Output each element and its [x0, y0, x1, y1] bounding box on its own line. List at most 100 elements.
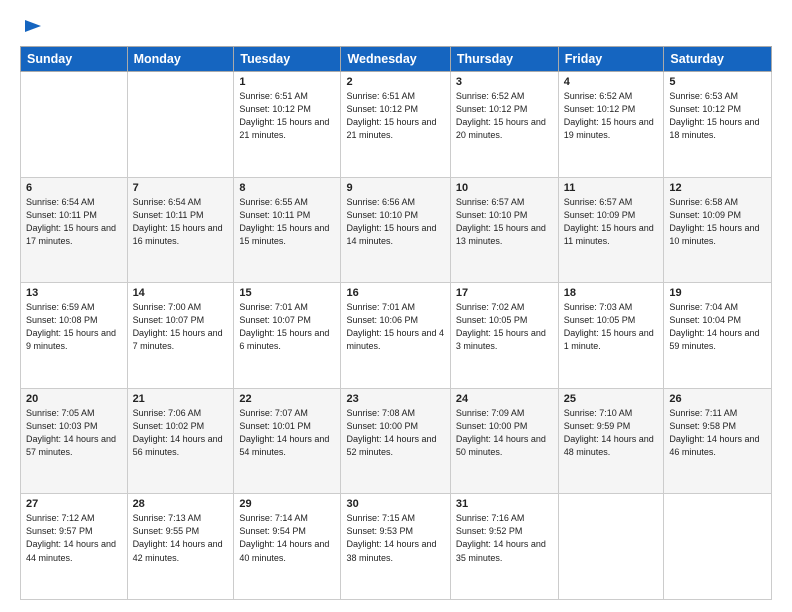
day-cell: 2 Sunrise: 6:51 AMSunset: 10:12 PMDayligh… [341, 72, 450, 178]
day-info: Sunrise: 6:51 AMSunset: 10:12 PMDaylight… [346, 90, 444, 142]
day-info: Sunrise: 6:57 AMSunset: 10:09 PMDaylight… [564, 196, 659, 248]
day-cell: 1 Sunrise: 6:51 AMSunset: 10:12 PMDayligh… [234, 72, 341, 178]
day-number: 8 [239, 182, 335, 194]
day-info: Sunrise: 7:11 AMSunset: 9:58 PMDaylight:… [669, 407, 766, 459]
day-number: 10 [456, 182, 553, 194]
weekday-header-sunday: Sunday [21, 47, 128, 72]
day-cell: 21Sunrise: 7:06 AMSunset: 10:02 PMDaylig… [127, 388, 234, 494]
day-info: Sunrise: 6:51 AMSunset: 10:12 PMDaylight… [239, 90, 335, 142]
week-row-3: 13 Sunrise: 6:59 AMSunset: 10:08 PMDaylig… [21, 283, 772, 389]
day-number: 22 [239, 393, 335, 405]
day-info: Sunrise: 6:52 AMSunset: 10:12 PMDaylight… [564, 90, 659, 142]
day-info: Sunrise: 7:04 AMSunset: 10:04 PMDaylight… [669, 301, 766, 353]
day-info: Sunrise: 6:59 AMSunset: 10:08 PMDaylight… [26, 301, 122, 353]
day-cell [127, 72, 234, 178]
day-cell: 22 Sunrise: 7:07 AMSunset: 10:01 PMDaylig… [234, 388, 341, 494]
day-cell: 8 Sunrise: 6:55 AMSunset: 10:11 PMDayligh… [234, 177, 341, 283]
day-number: 2 [346, 76, 444, 88]
day-number: 9 [346, 182, 444, 194]
week-row-2: 6 Sunrise: 6:54 AMSunset: 10:11 PMDayligh… [21, 177, 772, 283]
day-info: Sunrise: 7:15 AMSunset: 9:53 PMDaylight:… [346, 512, 444, 564]
day-info: Sunrise: 7:14 AMSunset: 9:54 PMDaylight:… [239, 512, 335, 564]
day-number: 29 [239, 498, 335, 510]
day-cell: 20 Sunrise: 7:05 AMSunset: 10:03 PMDaylig… [21, 388, 128, 494]
day-cell: 31Sunrise: 7:16 AMSunset: 9:52 PMDayligh… [450, 494, 558, 600]
weekday-header-tuesday: Tuesday [234, 47, 341, 72]
day-number: 20 [26, 393, 122, 405]
weekday-header-row: SundayMondayTuesdayWednesdayThursdayFrid… [21, 47, 772, 72]
day-number: 3 [456, 76, 553, 88]
day-number: 1 [239, 76, 335, 88]
day-cell: 24 Sunrise: 7:09 AMSunset: 10:00 PMDaylig… [450, 388, 558, 494]
day-info: Sunrise: 6:54 AMSunset: 10:11 PMDaylight… [133, 196, 229, 248]
day-info: Sunrise: 6:57 AMSunset: 10:10 PMDaylight… [456, 196, 553, 248]
day-number: 15 [239, 287, 335, 299]
day-info: Sunrise: 7:13 AMSunset: 9:55 PMDaylight:… [133, 512, 229, 564]
logo [20, 18, 43, 36]
day-cell: 28 Sunrise: 7:13 AMSunset: 9:55 PMDayligh… [127, 494, 234, 600]
day-number: 13 [26, 287, 122, 299]
day-number: 4 [564, 76, 659, 88]
day-info: Sunrise: 6:52 AMSunset: 10:12 PMDaylight… [456, 90, 553, 142]
day-cell: 23Sunrise: 7:08 AMSunset: 10:00 PMDaylig… [341, 388, 450, 494]
day-cell: 17 Sunrise: 7:02 AMSunset: 10:05 PMDaylig… [450, 283, 558, 389]
day-number: 16 [346, 287, 444, 299]
day-number: 5 [669, 76, 766, 88]
day-info: Sunrise: 7:05 AMSunset: 10:03 PMDaylight… [26, 407, 122, 459]
day-info: Sunrise: 6:53 AMSunset: 10:12 PMDaylight… [669, 90, 766, 142]
day-number: 26 [669, 393, 766, 405]
day-number: 17 [456, 287, 553, 299]
day-cell: 30 Sunrise: 7:15 AMSunset: 9:53 PMDayligh… [341, 494, 450, 600]
day-number: 12 [669, 182, 766, 194]
day-info: Sunrise: 7:00 AMSunset: 10:07 PMDaylight… [133, 301, 229, 353]
day-cell: 3 Sunrise: 6:52 AMSunset: 10:12 PMDayligh… [450, 72, 558, 178]
weekday-header-friday: Friday [558, 47, 664, 72]
day-number: 11 [564, 182, 659, 194]
day-info: Sunrise: 6:56 AMSunset: 10:10 PMDaylight… [346, 196, 444, 248]
day-info: Sunrise: 7:09 AMSunset: 10:00 PMDaylight… [456, 407, 553, 459]
day-info: Sunrise: 7:16 AMSunset: 9:52 PMDaylight:… [456, 512, 553, 564]
day-cell: 13 Sunrise: 6:59 AMSunset: 10:08 PMDaylig… [21, 283, 128, 389]
day-number: 28 [133, 498, 229, 510]
day-number: 27 [26, 498, 122, 510]
day-info: Sunrise: 7:01 AMSunset: 10:07 PMDaylight… [239, 301, 335, 353]
day-cell [558, 494, 664, 600]
weekday-header-wednesday: Wednesday [341, 47, 450, 72]
day-cell: 4 Sunrise: 6:52 AMSunset: 10:12 PMDayligh… [558, 72, 664, 178]
day-number: 14 [133, 287, 229, 299]
day-info: Sunrise: 7:02 AMSunset: 10:05 PMDaylight… [456, 301, 553, 353]
weekday-header-thursday: Thursday [450, 47, 558, 72]
calendar-table: SundayMondayTuesdayWednesdayThursdayFrid… [20, 46, 772, 600]
day-info: Sunrise: 7:01 AMSunset: 10:06 PMDaylight… [346, 301, 444, 353]
day-cell [21, 72, 128, 178]
logo-flag-icon [23, 18, 43, 38]
day-cell: 19Sunrise: 7:04 AMSunset: 10:04 PMDaylig… [664, 283, 772, 389]
day-cell: 27 Sunrise: 7:12 AMSunset: 9:57 PMDayligh… [21, 494, 128, 600]
day-cell: 29 Sunrise: 7:14 AMSunset: 9:54 PMDayligh… [234, 494, 341, 600]
day-number: 6 [26, 182, 122, 194]
day-cell: 11 Sunrise: 6:57 AMSunset: 10:09 PMDaylig… [558, 177, 664, 283]
week-row-5: 27 Sunrise: 7:12 AMSunset: 9:57 PMDayligh… [21, 494, 772, 600]
day-cell: 10 Sunrise: 6:57 AMSunset: 10:10 PMDaylig… [450, 177, 558, 283]
day-cell: 12 Sunrise: 6:58 AMSunset: 10:09 PMDaylig… [664, 177, 772, 283]
day-info: Sunrise: 7:07 AMSunset: 10:01 PMDaylight… [239, 407, 335, 459]
weekday-header-saturday: Saturday [664, 47, 772, 72]
day-number: 30 [346, 498, 444, 510]
day-info: Sunrise: 7:08 AMSunset: 10:00 PMDaylight… [346, 407, 444, 459]
day-cell: 18Sunrise: 7:03 AMSunset: 10:05 PMDaylig… [558, 283, 664, 389]
day-number: 25 [564, 393, 659, 405]
day-info: Sunrise: 7:12 AMSunset: 9:57 PMDaylight:… [26, 512, 122, 564]
day-number: 7 [133, 182, 229, 194]
day-info: Sunrise: 7:10 AMSunset: 9:59 PMDaylight:… [564, 407, 659, 459]
day-cell: 15 Sunrise: 7:01 AMSunset: 10:07 PMDaylig… [234, 283, 341, 389]
day-info: Sunrise: 6:54 AMSunset: 10:11 PMDaylight… [26, 196, 122, 248]
week-row-4: 20 Sunrise: 7:05 AMSunset: 10:03 PMDaylig… [21, 388, 772, 494]
weekday-header-monday: Monday [127, 47, 234, 72]
day-number: 24 [456, 393, 553, 405]
header [20, 18, 772, 36]
day-info: Sunrise: 6:55 AMSunset: 10:11 PMDaylight… [239, 196, 335, 248]
day-info: Sunrise: 6:58 AMSunset: 10:09 PMDaylight… [669, 196, 766, 248]
day-cell: 26 Sunrise: 7:11 AMSunset: 9:58 PMDayligh… [664, 388, 772, 494]
day-cell [664, 494, 772, 600]
day-info: Sunrise: 7:06 AMSunset: 10:02 PMDaylight… [133, 407, 229, 459]
